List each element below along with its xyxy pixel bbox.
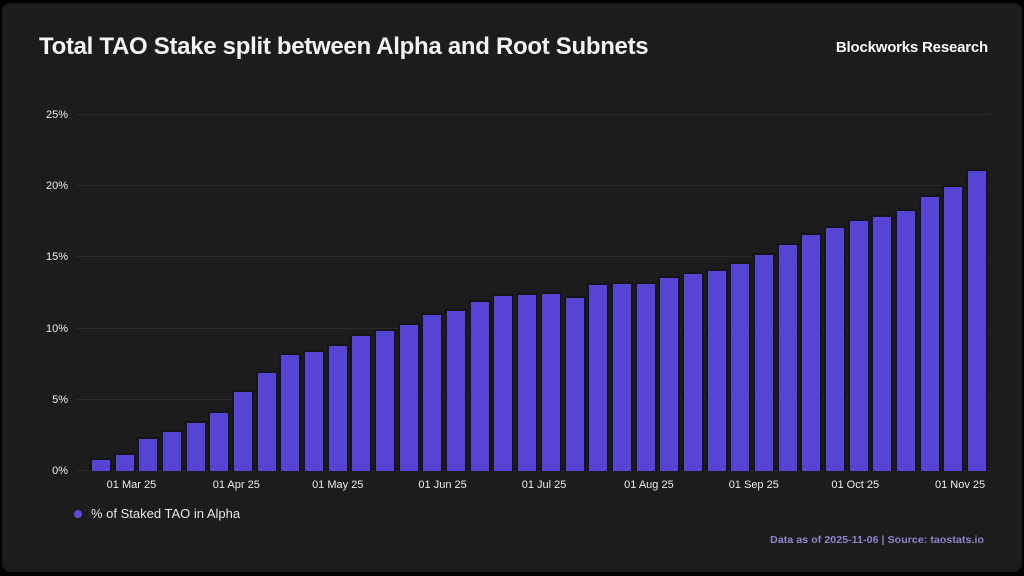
bar-2025-05-22 xyxy=(398,323,420,471)
bar-2025-07-31 xyxy=(635,282,657,471)
y-tick-label: 5% xyxy=(2,393,68,407)
x-tick-label: 01 Aug 25 xyxy=(624,479,674,491)
bar-2025-03-20 xyxy=(185,421,207,471)
bar-2025-10-23 xyxy=(919,195,941,471)
bar-2025-11-06 xyxy=(966,169,988,471)
bar-2025-09-25 xyxy=(824,226,846,471)
bar-2025-09-11 xyxy=(777,243,799,471)
bar-2025-02-27 xyxy=(114,453,136,472)
bar-2025-03-06 xyxy=(137,437,159,471)
page-title: Total TAO Stake split between Alpha and … xyxy=(39,33,648,61)
bar-2025-05-08 xyxy=(350,334,372,471)
bar-2025-07-17 xyxy=(587,283,609,471)
bar-2025-06-12 xyxy=(469,300,491,471)
bar-2025-10-16 xyxy=(895,209,917,471)
bar-2025-05-29 xyxy=(421,313,443,471)
bar-2025-05-15 xyxy=(374,329,396,471)
bar-2025-04-10 xyxy=(256,371,278,471)
bar-2025-03-13 xyxy=(161,430,183,471)
bar-2025-10-02 xyxy=(848,219,870,471)
bar-2025-09-04 xyxy=(753,253,775,471)
bar-2025-04-24 xyxy=(303,350,325,471)
bar-2025-06-26 xyxy=(516,293,538,471)
y-tick-label: 20% xyxy=(2,179,68,193)
x-tick-label: 01 Apr 25 xyxy=(213,479,260,491)
bar-2025-09-18 xyxy=(800,233,822,471)
bar-2025-08-21 xyxy=(706,269,728,471)
brand-text: Blockworks Research xyxy=(836,39,988,56)
bar-2025-05-01 xyxy=(327,344,349,471)
bar-2025-08-07 xyxy=(658,276,680,471)
chart-screenshot: Total TAO Stake split between Alpha and … xyxy=(0,0,1024,576)
bar-2025-07-10 xyxy=(564,296,586,471)
bar-2025-10-09 xyxy=(871,215,893,471)
y-tick-label: 0% xyxy=(2,464,68,478)
bar-2025-02-20 xyxy=(90,458,112,471)
bar-2025-07-03 xyxy=(540,292,562,471)
x-tick-label: 01 Jul 25 xyxy=(522,479,567,491)
legend-label: % of Staked TAO in Alpha xyxy=(91,506,240,521)
x-tick-label: 01 Sep 25 xyxy=(729,479,779,491)
footer-source-note: Data as of 2025-11-06 | Source: taostats… xyxy=(770,534,984,546)
gridline-20% xyxy=(76,185,990,186)
bar-2025-04-03 xyxy=(232,390,254,471)
x-tick-label: 01 Mar 25 xyxy=(107,479,157,491)
bar-2025-03-27 xyxy=(208,411,230,471)
x-tick-label: 01 Oct 25 xyxy=(831,479,879,491)
plot-area xyxy=(76,115,990,471)
chart-panel: Total TAO Stake split between Alpha and … xyxy=(2,3,1022,572)
legend: % of Staked TAO in Alpha xyxy=(74,506,240,521)
gridline-25% xyxy=(76,114,990,115)
y-tick-label: 10% xyxy=(2,322,68,336)
y-tick-label: 15% xyxy=(2,250,68,264)
bar-2025-07-24 xyxy=(611,282,633,471)
bar-2025-06-05 xyxy=(445,309,467,471)
bar-2025-08-28 xyxy=(729,262,751,471)
bar-2025-04-17 xyxy=(279,353,301,471)
bar-2025-06-19 xyxy=(492,294,514,471)
bar-2025-10-30 xyxy=(942,185,964,471)
x-tick-label: 01 Jun 25 xyxy=(418,479,466,491)
y-tick-label: 25% xyxy=(2,108,68,122)
x-tick-label: 01 May 25 xyxy=(312,479,363,491)
legend-dot-icon xyxy=(74,510,82,518)
bar-2025-08-14 xyxy=(682,272,704,471)
x-tick-label: 01 Nov 25 xyxy=(935,479,985,491)
